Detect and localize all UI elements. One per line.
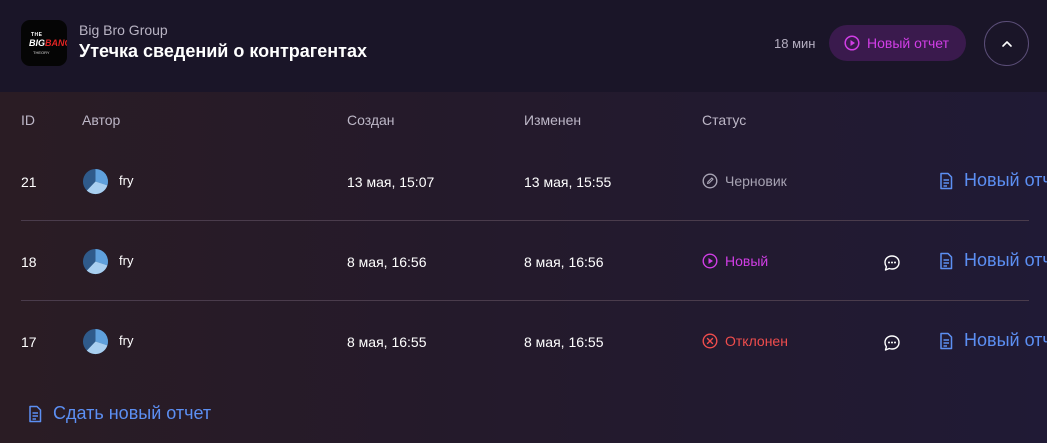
column-header-author: Автор — [82, 112, 121, 128]
new-report-label: Новый отчет — [964, 170, 1047, 190]
status-label: Черновик — [725, 173, 787, 189]
chevron-up-icon — [1001, 40, 1012, 47]
row-modified: 13 мая, 15:55 — [524, 174, 612, 190]
status-badge: Черновик — [702, 173, 787, 189]
column-header-id: ID — [21, 112, 35, 128]
row-id: 18 — [21, 254, 37, 270]
row-author[interactable]: fry — [119, 173, 133, 188]
play-circle-icon — [702, 253, 718, 269]
logo-text-bottom: THEORY — [33, 50, 50, 55]
status-badge: Новый — [702, 253, 768, 269]
new-report-link[interactable]: Новый отчет — [938, 250, 1047, 271]
company-logo: THE BIGBANG THEORY — [21, 20, 67, 66]
status-label: Новый — [725, 253, 769, 269]
status-badge: Отклонен — [702, 333, 788, 349]
table-row[interactable]: 17 fry 8 мая, 16:55 8 мая, 16:55 Отклоне… — [0, 301, 1047, 381]
play-circle-icon — [844, 35, 860, 51]
row-author[interactable]: fry — [119, 333, 133, 348]
document-icon — [940, 332, 953, 349]
logo-text-main: BIGBANG — [29, 38, 67, 48]
row-created: 8 мая, 16:55 — [347, 334, 427, 350]
new-report-label: Новый отчет — [964, 330, 1047, 350]
report-title: Утечка сведений о контрагентах — [79, 41, 368, 61]
column-header-status: Статус — [702, 112, 747, 128]
submit-new-report-link[interactable]: Сдать новый отчет — [27, 403, 211, 424]
status-label: Отклонен — [725, 333, 788, 349]
table-row[interactable]: 18 fry 8 мая, 16:56 8 мая, 16:56 Новый Н… — [0, 221, 1047, 301]
avatar — [82, 328, 109, 355]
table-row[interactable]: 21 fry 13 мая, 15:07 13 мая, 15:55 Черно… — [0, 141, 1047, 221]
document-icon — [29, 405, 42, 422]
elapsed-time: 18 мин — [774, 36, 816, 51]
new-report-link[interactable]: Новый отчет — [938, 330, 1047, 351]
column-header-modified: Изменен — [524, 112, 582, 128]
column-header-created: Создан — [347, 112, 395, 128]
submit-new-report-label: Сдать новый отчет — [53, 403, 212, 423]
row-created: 8 мая, 16:56 — [347, 254, 427, 270]
document-icon — [940, 172, 953, 189]
row-id: 17 — [21, 334, 37, 350]
row-created: 13 мая, 15:07 — [347, 174, 435, 190]
report-header: THE BIGBANG THEORY Big Bro Group Утечка … — [0, 0, 1047, 92]
avatar — [82, 168, 109, 195]
avatar — [82, 248, 109, 275]
document-icon — [940, 252, 953, 269]
row-modified: 8 мая, 16:56 — [524, 254, 604, 270]
company-name: Big Bro Group — [79, 22, 168, 38]
new-report-label: Новый отчет — [964, 250, 1047, 270]
comment-icon[interactable] — [883, 334, 901, 352]
x-circle-icon — [702, 333, 718, 349]
pencil-circle-icon — [702, 173, 718, 189]
comment-icon[interactable] — [883, 254, 901, 272]
report-status-label: Новый отчет — [867, 35, 950, 51]
new-report-link[interactable]: Новый отчет — [938, 170, 1047, 191]
report-status-button[interactable]: Новый отчет — [829, 25, 966, 61]
row-author[interactable]: fry — [119, 253, 133, 268]
row-id: 21 — [21, 174, 37, 190]
collapse-button[interactable] — [984, 21, 1029, 66]
row-modified: 8 мая, 16:55 — [524, 334, 604, 350]
